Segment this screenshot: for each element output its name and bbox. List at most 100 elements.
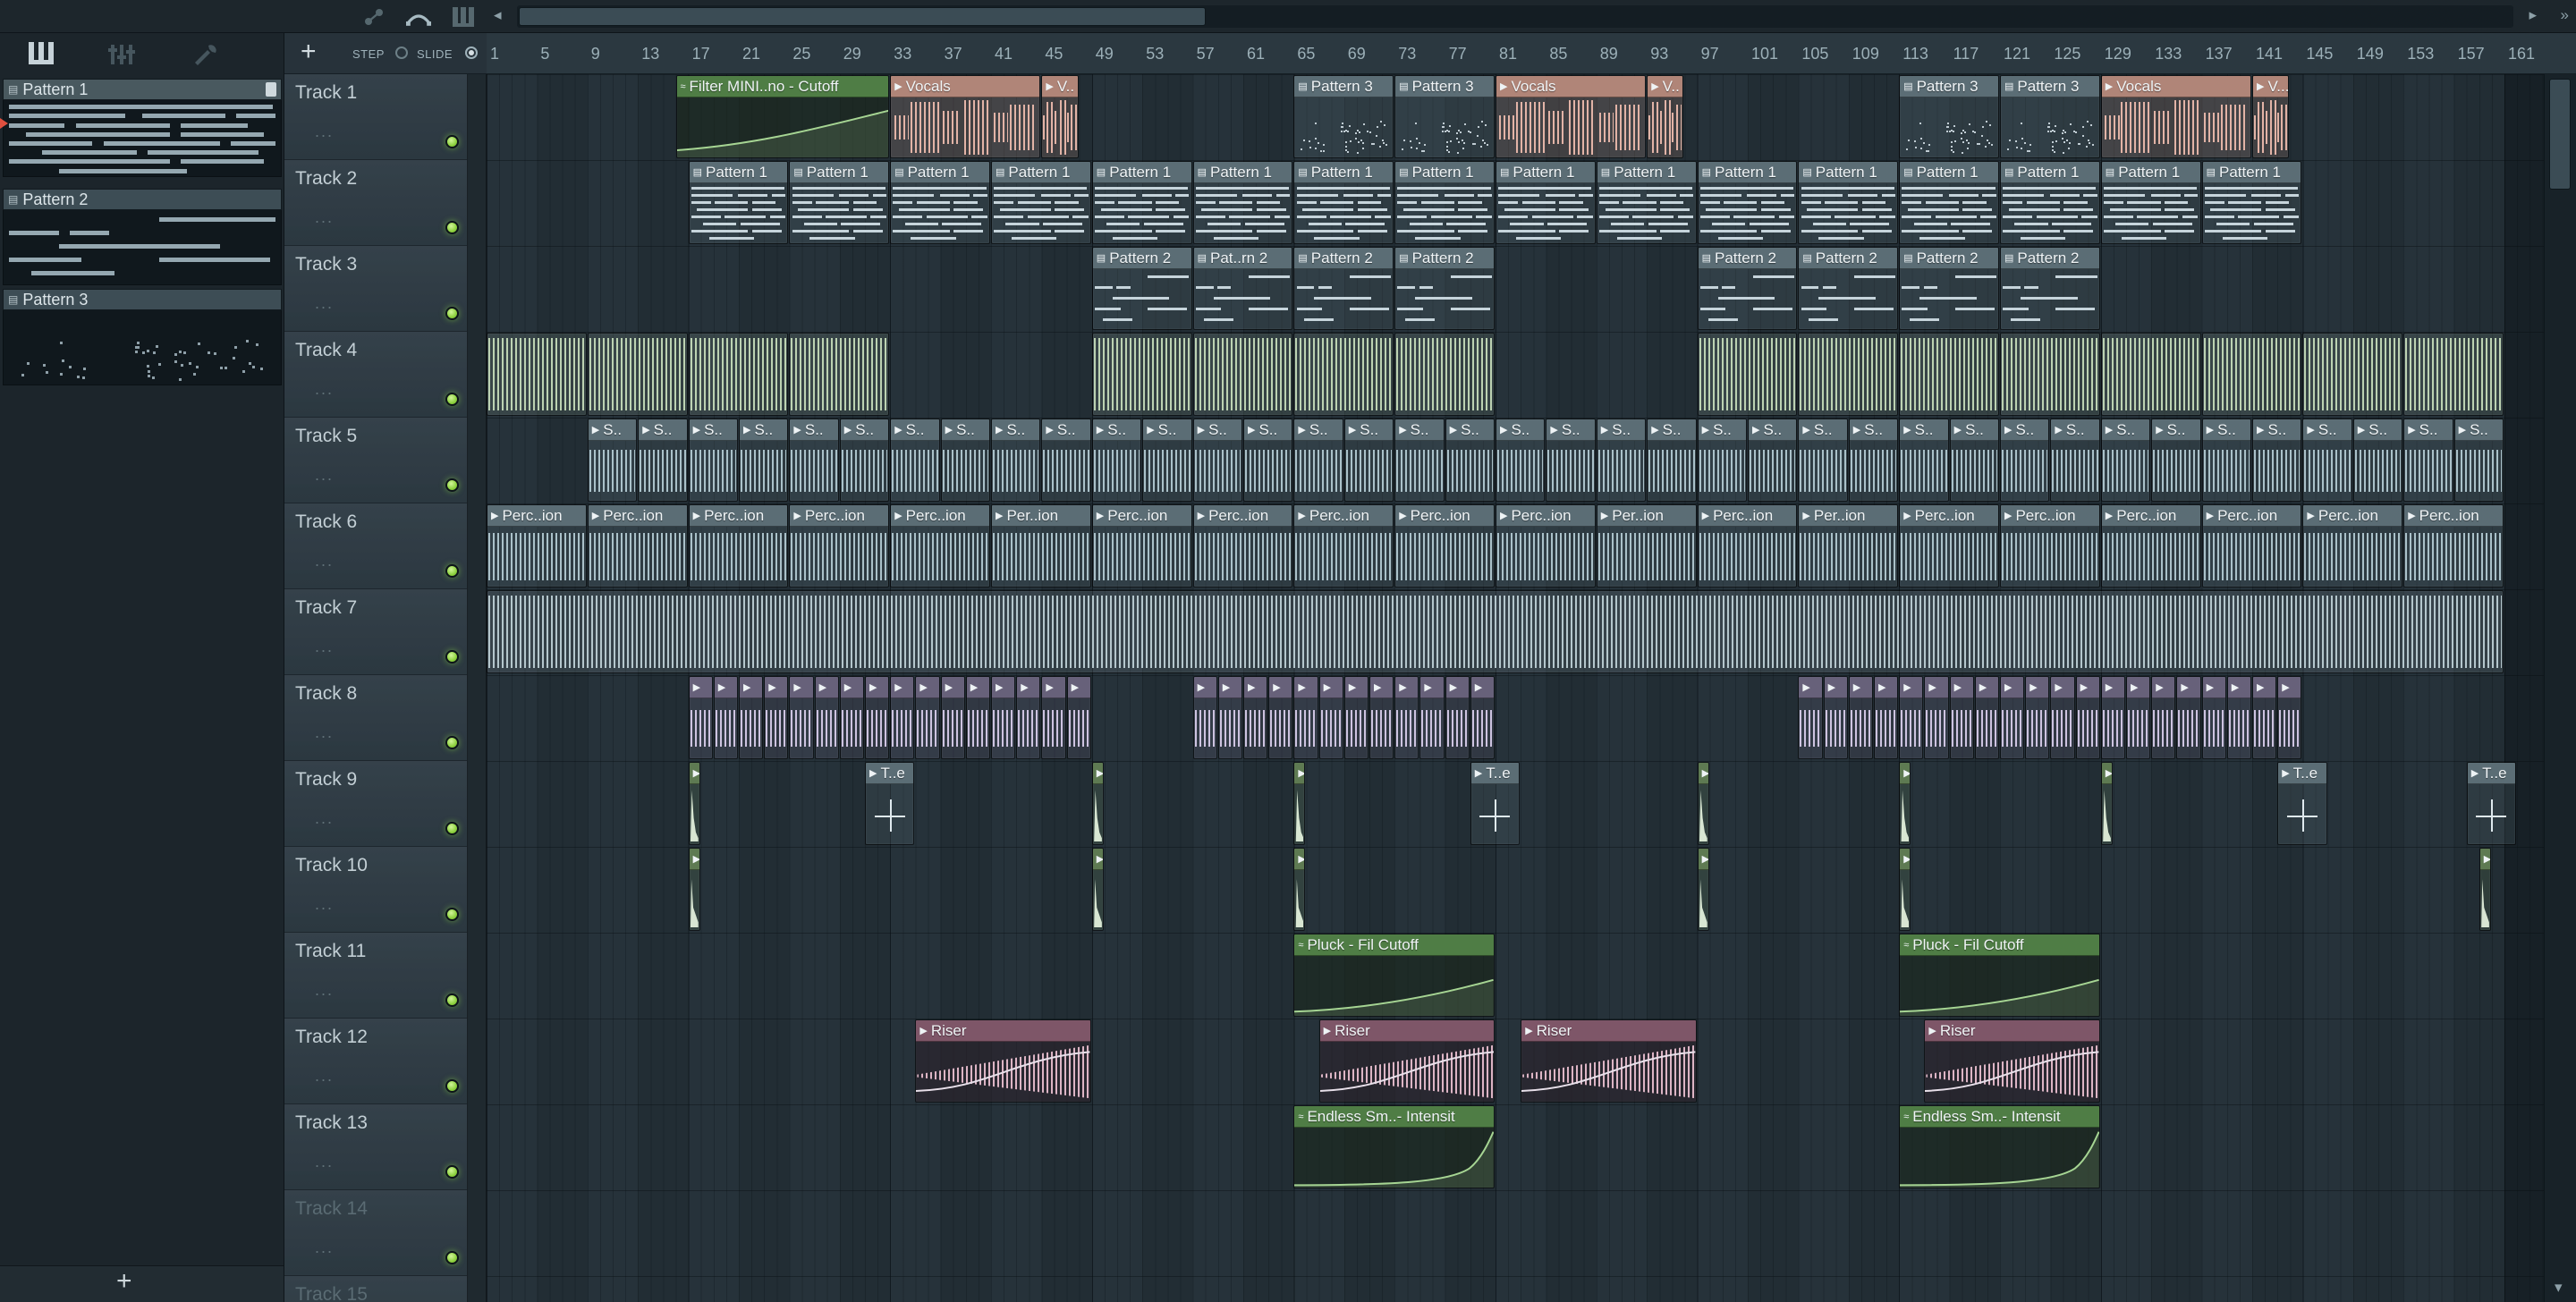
clip-audio[interactable]: ▶: [764, 676, 789, 759]
track-header[interactable]: Track 9...: [284, 761, 467, 847]
clip-s[interactable]: ▶ S..: [1293, 418, 1343, 502]
clip-filter-mini-no-cutoff[interactable]: ≈ Filter MINI..no - Cutoff: [675, 75, 890, 158]
clip-s[interactable]: ▶ S..: [1748, 418, 1798, 502]
clip-s[interactable]: ▶ S..: [2100, 418, 2151, 502]
clip-riser[interactable]: ▶ Riser: [1924, 1019, 2100, 1103]
clip-v[interactable]: ▶ V..: [1041, 75, 1079, 158]
clip-s[interactable]: ▶ S..: [1899, 418, 1949, 502]
clip-perc-ion[interactable]: ▶ Perc..ion: [1192, 504, 1293, 588]
pattern-item[interactable]: ▤ Pattern 3: [3, 289, 282, 385]
clip-pattern-3[interactable]: ▤ Pattern 3: [2000, 75, 2100, 158]
scrollbar-thumb[interactable]: [519, 7, 1206, 26]
clip-s[interactable]: ▶ S..: [2151, 418, 2201, 502]
track-mute-led[interactable]: [445, 564, 459, 578]
clip-t-e[interactable]: ▶ T..e: [2466, 762, 2517, 845]
vertical-scrollbar[interactable]: ▾: [2544, 74, 2576, 1302]
clip-s[interactable]: ▶ S..: [789, 418, 839, 502]
clip-riser[interactable]: ▶ Riser: [915, 1019, 1091, 1103]
scroll-right-icon[interactable]: ▸: [2529, 4, 2537, 26]
add-button[interactable]: +: [301, 37, 317, 67]
clip-audio[interactable]: ▶: [2025, 676, 2050, 759]
clip-audio[interactable]: ▶: [1293, 762, 1306, 845]
clip-pattern-1[interactable]: ▤ Pattern 1: [1192, 161, 1293, 244]
clip-audio[interactable]: ▶: [1823, 676, 1848, 759]
pattern-item[interactable]: ▤ Pattern 2: [3, 189, 282, 285]
clip-s[interactable]: ▶ S..: [1445, 418, 1495, 502]
clip-s[interactable]: ▶ S..: [940, 418, 990, 502]
clip-pattern-1[interactable]: ▤ Pattern 1: [1293, 161, 1394, 244]
clip-s[interactable]: ▶ S..: [1647, 418, 1697, 502]
clip-audio[interactable]: [1091, 333, 1192, 416]
clip-per-ion[interactable]: ▶ Per..ion: [991, 504, 1091, 588]
clip-perc-ion[interactable]: ▶ Perc..ion: [1496, 504, 1596, 588]
clip-riser[interactable]: ▶ Riser: [1318, 1019, 1495, 1103]
clip-audio[interactable]: [2000, 333, 2100, 416]
clip-audio[interactable]: ▶: [2050, 676, 2075, 759]
track-mute-led[interactable]: [445, 650, 459, 664]
clip-pattern-1[interactable]: ▤ Pattern 1: [1697, 161, 1798, 244]
track-mute-led[interactable]: [445, 908, 459, 921]
clip-audio[interactable]: [1697, 333, 1798, 416]
clip-endless-sm-intensit[interactable]: ≈ Endless Sm..- Intensit: [1293, 1105, 1495, 1188]
track-header[interactable]: Track 15...: [284, 1276, 467, 1302]
clip-pattern-1[interactable]: ▤ Pattern 1: [1596, 161, 1697, 244]
clip-audio[interactable]: ▶: [1243, 676, 1268, 759]
clip-pattern-2[interactable]: ▤ Pattern 2: [1394, 247, 1495, 330]
clip-audio[interactable]: ▶: [1318, 676, 1343, 759]
clip-audio[interactable]: [2302, 333, 2403, 416]
clip-s[interactable]: ▶ S..: [2252, 418, 2302, 502]
clip-s[interactable]: ▶ S..: [2302, 418, 2352, 502]
clip-perc-ion[interactable]: ▶ Perc..ion: [2100, 504, 2201, 588]
clip-audio[interactable]: ▶: [1899, 848, 1911, 931]
playlist-grid[interactable]: ≈ Filter MINI..no - Cutoff ▶ Vocals ▶ V.. ▤ Pat…: [487, 74, 2544, 1302]
clip-pattern-3[interactable]: ▤ Pattern 3: [1899, 75, 1999, 158]
track-mute-led[interactable]: [445, 135, 459, 148]
clip-audio[interactable]: [587, 333, 688, 416]
clip-perc-ion[interactable]: ▶ Perc..ion: [688, 504, 789, 588]
clip-audio[interactable]: ▶: [2100, 676, 2125, 759]
clip-audio[interactable]: ▶: [2000, 676, 2025, 759]
clip-audio[interactable]: ▶: [1848, 676, 1873, 759]
track-mute-led[interactable]: [445, 1079, 459, 1093]
clip-pattern-1[interactable]: ▤ Pattern 1: [1091, 161, 1192, 244]
step-grid-icon[interactable]: [451, 5, 476, 29]
clip-audio[interactable]: [1293, 333, 1394, 416]
clip-s[interactable]: ▶ S..: [1798, 418, 1848, 502]
track-header[interactable]: Track 10...: [284, 847, 467, 933]
clip-audio[interactable]: ▶: [2176, 676, 2201, 759]
horizontal-scrollbar[interactable]: [517, 5, 2513, 28]
clip-pattern-1[interactable]: ▤ Pattern 1: [1394, 161, 1495, 244]
clip-audio[interactable]: ▶: [1445, 676, 1470, 759]
clip-perc-ion[interactable]: ▶ Perc..ion: [1293, 504, 1394, 588]
clip-audio[interactable]: ▶: [1016, 676, 1041, 759]
track-mute-led[interactable]: [445, 736, 459, 749]
track-mute-led[interactable]: [445, 307, 459, 320]
clip-v[interactable]: ▶ V...: [2252, 75, 2290, 158]
clip-s[interactable]: ▶ S..: [1192, 418, 1242, 502]
clip-s[interactable]: ▶ S..: [1041, 418, 1091, 502]
clip-v[interactable]: ▶ V..: [1647, 75, 1684, 158]
clip-s[interactable]: ▶ S..: [2000, 418, 2050, 502]
clip-perc-ion[interactable]: ▶ Perc..ion: [1091, 504, 1192, 588]
clip-audio[interactable]: ▶: [2252, 676, 2277, 759]
clip-perc-ion[interactable]: ▶ Perc..ion: [1697, 504, 1798, 588]
track-mute-led[interactable]: [445, 393, 459, 406]
clip-pattern-1[interactable]: ▤ Pattern 1: [2000, 161, 2100, 244]
pattern-item-header[interactable]: ▤ Pattern 2: [3, 189, 282, 210]
clip-s[interactable]: ▶ S..: [587, 418, 638, 502]
clip-audio[interactable]: [487, 333, 587, 416]
clip-audio[interactable]: ▶: [688, 848, 700, 931]
clip-audio[interactable]: ▶: [1091, 762, 1104, 845]
clip-perc-ion[interactable]: ▶ Perc..ion: [1899, 504, 1999, 588]
clip-s[interactable]: ▶ S..: [2352, 418, 2403, 502]
clip-pattern-3[interactable]: ▤ Pattern 3: [1394, 75, 1495, 158]
track-header[interactable]: Track 12...: [284, 1019, 467, 1104]
clip-audio[interactable]: ▶: [1697, 848, 1709, 931]
track-header[interactable]: Track 11...: [284, 933, 467, 1019]
clip-audio[interactable]: ▶: [2075, 676, 2100, 759]
clip-audio[interactable]: ▶: [2126, 676, 2151, 759]
clip-audio[interactable]: ▶: [1394, 676, 1419, 759]
clip-audio[interactable]: ▶: [713, 676, 738, 759]
clip-s[interactable]: ▶ S..: [2201, 418, 2251, 502]
slide-toggle[interactable]: [465, 46, 478, 59]
